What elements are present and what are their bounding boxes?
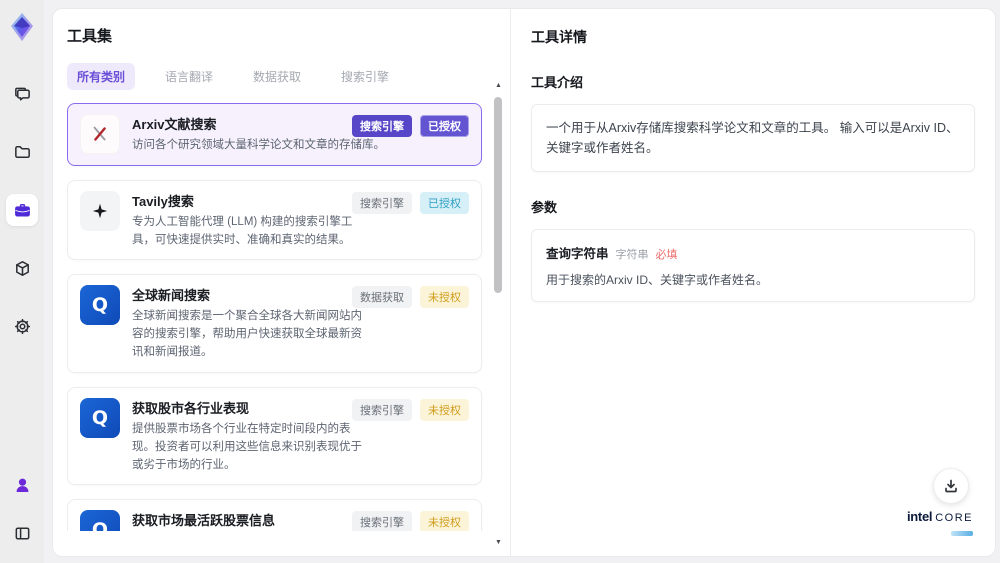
tool-card[interactable]: Q 获取市场最活跃股票信息 提供当天交易量最高的股票列表，投资者可以利用这些信息…	[67, 499, 482, 531]
sidebar-item-account[interactable]	[6, 469, 38, 501]
tool-title: 全球新闻搜索	[132, 288, 211, 304]
tool-description: 提供股票市场各个行业在特定时间段内的表现。投资者可以利用这些信息来识别表现优于或…	[132, 422, 362, 471]
sparkle-icon	[92, 203, 108, 219]
tool-icon: Q	[80, 397, 120, 438]
sidebar-item-collapse[interactable]	[6, 517, 38, 549]
scroll-down-icon[interactable]: ▼	[495, 538, 502, 548]
category-badge: 搜索引擎	[352, 115, 412, 137]
tool-description: 全球新闻搜索是一个聚合全球各大新闻网站内容的搜索引擎，帮助用户快速获取全球最新资…	[132, 310, 362, 359]
intro-heading: 工具介绍	[531, 75, 584, 90]
folder-icon	[14, 145, 30, 158]
params-heading: 参数	[531, 200, 558, 215]
detail-title: 工具详情	[531, 29, 587, 45]
sidebar-item-chat[interactable]	[6, 78, 38, 110]
param-box: 查询字符串 字符串 必填 用于搜索的Arxiv ID、关键字或作者姓名。	[531, 229, 975, 302]
q-logo-icon: Q	[91, 519, 109, 531]
tool-description: 专为人工智能代理 (LLM) 构建的搜索引擎工具，可快速提供实时、准确和真实的结…	[132, 215, 353, 246]
category-tabs: 所有类别 语言翻译 数据获取 搜索引擎	[67, 63, 510, 90]
status-badge: 已授权	[420, 191, 469, 214]
intro-text: 一个用于从Arxiv存储库搜索科学论文和文章的工具。 输入可以是Arxiv ID…	[546, 121, 959, 155]
tool-icon: Q	[80, 285, 120, 326]
sidebar-item-settings[interactable]	[6, 310, 38, 342]
scrollbar-thumb[interactable]	[494, 97, 502, 293]
tool-card[interactable]: Q 全球新闻搜索 全球新闻搜索是一个聚合全球各大新闻网站内容的搜索引擎，帮助用户…	[67, 274, 482, 373]
tab-0[interactable]: 所有类别	[67, 63, 136, 90]
chat-icon	[14, 87, 30, 100]
param-description: 用于搜索的Arxiv ID、关键字或作者姓名。	[546, 273, 769, 287]
briefcase-icon	[14, 203, 30, 216]
status-badge: 未授权	[420, 286, 469, 309]
status-badge: 已授权	[420, 115, 469, 137]
q-logo-icon: Q	[91, 294, 109, 317]
gear-icon	[14, 318, 30, 334]
download-icon	[945, 479, 957, 493]
sidebar-item-files[interactable]	[6, 136, 38, 168]
page-title: 工具集	[67, 28, 113, 45]
tool-icon	[80, 190, 120, 231]
category-badge: 搜索引擎	[352, 511, 412, 531]
tool-title: 获取市场最活跃股票信息	[132, 513, 276, 529]
tool-detail-panel: 工具详情 工具介绍 一个用于从Arxiv存储库搜索科学论文和文章的工具。 输入可…	[511, 9, 995, 556]
status-badge: 未授权	[420, 398, 469, 421]
tool-description: 访问各个研究领域大量科学论文和文章的存储库。	[132, 139, 385, 151]
tab-2[interactable]: 数据获取	[243, 63, 311, 90]
user-icon	[16, 478, 28, 492]
tool-card[interactable]: Tavily搜索 专为人工智能代理 (LLM) 构建的搜索引擎工具，可快速提供实…	[67, 179, 482, 261]
arxiv-icon	[93, 126, 106, 141]
app-sidebar	[0, 0, 44, 563]
scrollbar[interactable]: ▲ ▼	[492, 81, 505, 548]
app-logo	[7, 10, 37, 44]
tab-3[interactable]: 搜索引擎	[331, 63, 399, 90]
cube-icon	[15, 260, 29, 276]
category-badge: 数据获取	[352, 286, 412, 309]
param-required-badge: 必填	[655, 249, 678, 261]
tab-1[interactable]: 语言翻译	[155, 63, 223, 90]
tool-list-panel: 工具集 所有类别 语言翻译 数据获取 搜索引擎 Arxiv文献搜索 访问各个研究领域大…	[53, 9, 511, 556]
param-name: 查询字符串	[546, 247, 609, 261]
sidebar-item-toolbox[interactable]	[6, 194, 38, 226]
panel-icon	[15, 527, 29, 539]
tool-card[interactable]: Arxiv文献搜索 访问各个研究领域大量科学论文和文章的存储库。 搜索引擎 已授…	[67, 103, 482, 166]
download-button[interactable]	[933, 468, 969, 504]
brand-accent-bar	[951, 531, 973, 536]
q-logo-icon: Q	[91, 406, 109, 429]
scroll-up-icon[interactable]: ▲	[495, 81, 502, 91]
tool-icon	[80, 114, 120, 154]
brand-intel-text: intel	[906, 509, 933, 524]
param-type: 字符串	[615, 249, 649, 261]
tool-card[interactable]: Q 获取股市各行业表现 提供股票市场各个行业在特定时间段内的表现。投资者可以利用…	[67, 386, 482, 486]
intel-core-logo: intel CORE	[907, 510, 973, 540]
tool-title: Tavily搜索	[132, 193, 194, 209]
intro-box: 一个用于从Arxiv存储库搜索科学论文和文章的工具。 输入可以是Arxiv ID…	[531, 104, 975, 172]
tool-icon: Q	[80, 510, 120, 531]
tool-title: 获取股市各行业表现	[132, 400, 250, 416]
sidebar-item-packages[interactable]	[6, 252, 38, 284]
status-badge: 未授权	[420, 511, 469, 531]
scrollbar-track[interactable]	[492, 91, 505, 538]
category-badge: 搜索引擎	[352, 398, 412, 421]
brand-core-text: CORE	[935, 512, 973, 524]
main-panel: 工具集 所有类别 语言翻译 数据获取 搜索引擎 Arxiv文献搜索 访问各个研究领域大…	[52, 8, 996, 557]
tool-list: Arxiv文献搜索 访问各个研究领域大量科学论文和文章的存储库。 搜索引擎 已授…	[67, 103, 510, 531]
category-badge: 搜索引擎	[352, 191, 412, 214]
